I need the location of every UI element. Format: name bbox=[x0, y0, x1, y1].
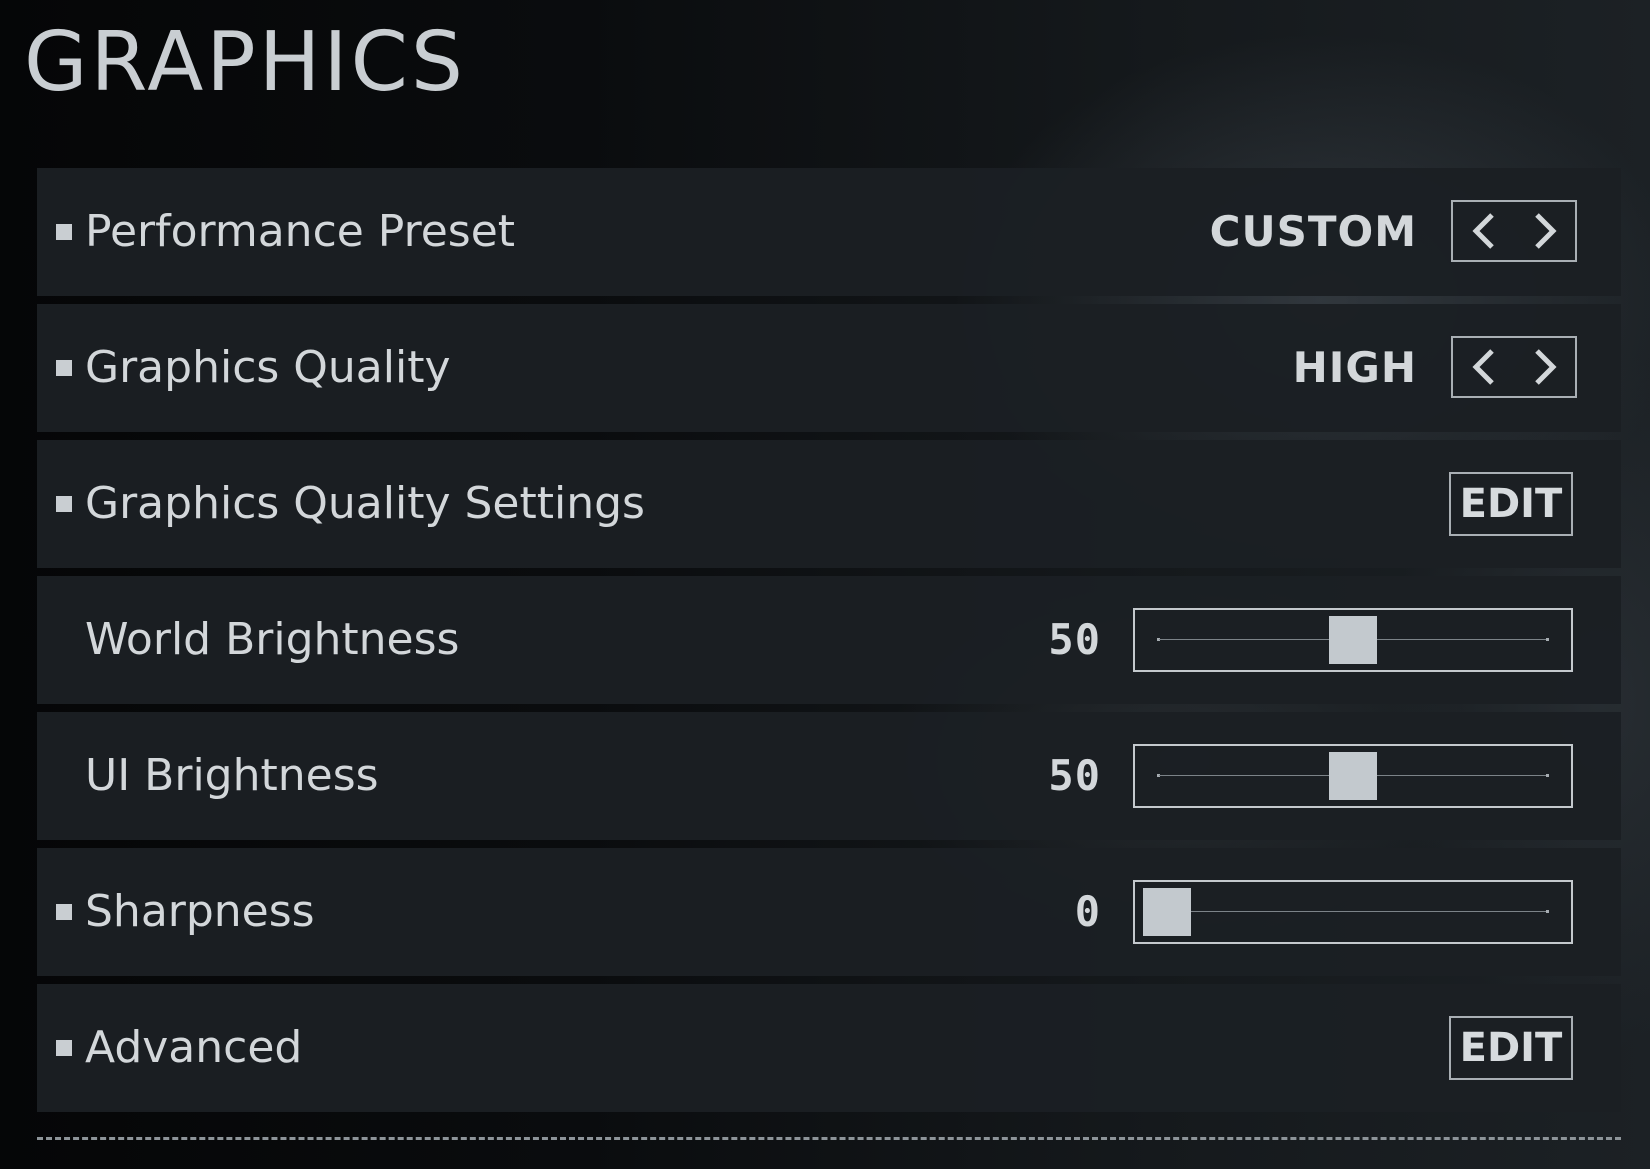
sharpness-slider[interactable] bbox=[1133, 880, 1573, 944]
square-bullet-icon bbox=[56, 360, 72, 376]
edit-button[interactable]: EDIT bbox=[1449, 1016, 1573, 1080]
edit-button[interactable]: EDIT bbox=[1449, 472, 1573, 536]
setting-label: Performance Preset bbox=[85, 206, 516, 257]
setting-row-world-brightness[interactable]: World Brightness 50 bbox=[37, 576, 1621, 704]
setting-value: 0 bbox=[1074, 887, 1101, 936]
square-bullet-icon bbox=[56, 904, 72, 920]
setting-row-ui-brightness[interactable]: UI Brightness 50 bbox=[37, 712, 1621, 840]
setting-value: 50 bbox=[1048, 751, 1101, 800]
setting-label: UI Brightness bbox=[85, 750, 379, 801]
graphics-settings-list: Performance Preset CUSTOM Graphics Quali… bbox=[37, 168, 1621, 1120]
dashed-divider bbox=[37, 1137, 1621, 1140]
setting-label: Graphics Quality Settings bbox=[85, 478, 645, 529]
setting-value: 50 bbox=[1048, 615, 1101, 664]
chevron-left-icon[interactable] bbox=[1453, 338, 1514, 396]
square-bullet-icon bbox=[56, 496, 72, 512]
option-selector bbox=[1451, 336, 1577, 398]
chevron-left-icon[interactable] bbox=[1453, 202, 1514, 260]
setting-label: Advanced bbox=[85, 1022, 303, 1073]
slider-track bbox=[1159, 911, 1547, 912]
setting-row-performance-preset[interactable]: Performance Preset CUSTOM bbox=[37, 168, 1621, 296]
slider-thumb[interactable] bbox=[1143, 888, 1191, 936]
setting-value: CUSTOM bbox=[1209, 207, 1417, 256]
setting-row-graphics-quality-settings[interactable]: Graphics Quality Settings EDIT bbox=[37, 440, 1621, 568]
slider-max-tick bbox=[1546, 774, 1549, 777]
setting-label: World Brightness bbox=[85, 614, 460, 665]
setting-label: Graphics Quality bbox=[85, 342, 451, 393]
setting-label: Sharpness bbox=[85, 886, 315, 937]
setting-value: HIGH bbox=[1292, 343, 1417, 392]
setting-row-sharpness[interactable]: Sharpness 0 bbox=[37, 848, 1621, 976]
setting-row-graphics-quality[interactable]: Graphics Quality HIGH bbox=[37, 304, 1621, 432]
slider-thumb[interactable] bbox=[1329, 752, 1377, 800]
slider-max-tick bbox=[1546, 638, 1549, 641]
slider-thumb[interactable] bbox=[1329, 616, 1377, 664]
setting-row-advanced[interactable]: Advanced EDIT bbox=[37, 984, 1621, 1112]
ui-brightness-slider[interactable] bbox=[1133, 744, 1573, 808]
option-selector bbox=[1451, 200, 1577, 262]
world-brightness-slider[interactable] bbox=[1133, 608, 1573, 672]
chevron-right-icon[interactable] bbox=[1514, 338, 1575, 396]
square-bullet-icon bbox=[56, 1040, 72, 1056]
square-bullet-icon bbox=[56, 224, 72, 240]
slider-max-tick bbox=[1546, 910, 1549, 913]
chevron-right-icon[interactable] bbox=[1514, 202, 1575, 260]
page-title: GRAPHICS bbox=[24, 15, 466, 110]
